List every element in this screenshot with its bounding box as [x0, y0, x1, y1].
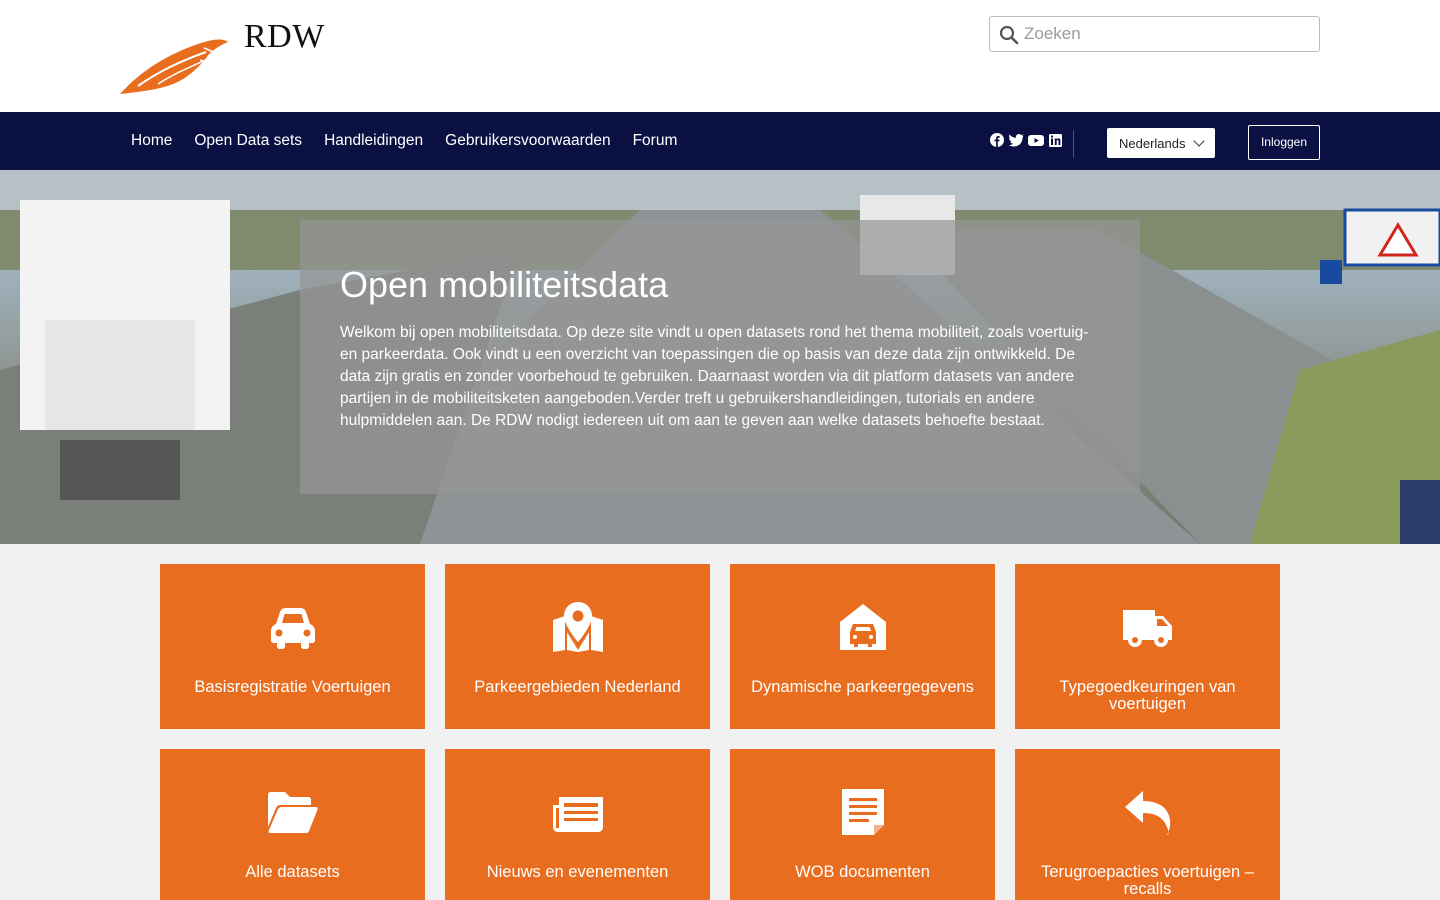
- logo-wordmark: RDW: [244, 18, 325, 55]
- tile-label: Alle datasets: [245, 863, 340, 881]
- nav-link-handleidingen[interactable]: Handleidingen: [324, 132, 423, 150]
- folder-open-icon: [268, 792, 318, 833]
- tile-terugroepacties[interactable]: Terugroepacties voertuigen – recalls: [1015, 749, 1280, 900]
- hero-title: Open mobiliteitsdata: [340, 264, 669, 305]
- nav-link-forum[interactable]: Forum: [633, 132, 678, 150]
- tile-wob-documenten[interactable]: WOB documenten: [730, 749, 995, 900]
- nav-link-open-data-sets[interactable]: Open Data sets: [194, 132, 302, 150]
- tile-label: Basisregistratie Voertuigen: [194, 678, 391, 696]
- hero-banner: Open mobiliteitsdata Welkom bij open mob…: [0, 170, 1440, 544]
- tile-label: Parkeergebieden Nederland: [474, 678, 681, 696]
- nav-divider: [1073, 130, 1074, 158]
- tile-alle-datasets[interactable]: Alle datasets: [160, 749, 425, 900]
- youtube-icon[interactable]: [1028, 133, 1044, 147]
- car-icon: [271, 608, 315, 649]
- search-box[interactable]: [989, 16, 1320, 52]
- rdw-logo[interactable]: RDW: [118, 18, 338, 98]
- tile-label: Typegoedkeuringen van voertuigen: [1059, 678, 1236, 713]
- rdw-logo-feather: [120, 39, 228, 94]
- hero-card: Open mobiliteitsdata Welkom bij open mob…: [300, 220, 1140, 494]
- language-select-value: Nederlands: [1119, 136, 1186, 151]
- tile-label: WOB documenten: [795, 863, 930, 881]
- site-header: RDW: [0, 0, 1440, 112]
- tile-dynamische-parkeergegevens[interactable]: Dynamische parkeergegevens: [730, 564, 995, 729]
- tile-label: Nieuws en evenementen: [486, 863, 669, 881]
- nav-link-home[interactable]: Home: [131, 132, 172, 150]
- social-links: [990, 133, 1063, 147]
- truck-icon: [1123, 610, 1172, 647]
- tile-basisregistratie-voertuigen[interactable]: Basisregistratie Voertuigen: [160, 564, 425, 729]
- tile-parkeergebieden-nederland[interactable]: Parkeergebieden Nederland: [445, 564, 710, 729]
- reply-icon: [1125, 791, 1171, 835]
- facebook-icon[interactable]: [990, 133, 1004, 147]
- main-nav: Home Open Data sets Handleidingen Gebrui…: [0, 112, 1440, 170]
- search-input[interactable]: [1024, 17, 1314, 51]
- newspaper-icon: [553, 797, 603, 832]
- login-button[interactable]: Inloggen: [1248, 125, 1320, 160]
- garage-car-icon: [840, 604, 886, 650]
- tile-nieuws-en-evenementen[interactable]: Nieuws en evenementen: [445, 749, 710, 900]
- search-icon: [999, 25, 1019, 45]
- tile-label: Terugroepacties voertuigen – recalls: [1041, 863, 1254, 898]
- document-icon: [842, 789, 884, 835]
- tile-label: Dynamische parkeergegevens: [751, 678, 974, 696]
- map-marker-icon: [553, 602, 603, 652]
- tile-typegoedkeuringen[interactable]: Typegoedkeuringen van voertuigen: [1015, 564, 1280, 729]
- nav-links: Home Open Data sets Handleidingen Gebrui…: [131, 112, 677, 170]
- language-select[interactable]: Nederlands: [1107, 128, 1215, 158]
- chevron-down-icon: [1193, 135, 1205, 147]
- hero-intro-text: Welkom bij open mobiliteitsdata. Op deze…: [340, 324, 1089, 429]
- nav-link-gebruikersvoorwaarden[interactable]: Gebruikersvoorwaarden: [445, 132, 610, 150]
- linkedin-icon[interactable]: [1049, 133, 1063, 147]
- twitter-icon[interactable]: [1009, 133, 1024, 147]
